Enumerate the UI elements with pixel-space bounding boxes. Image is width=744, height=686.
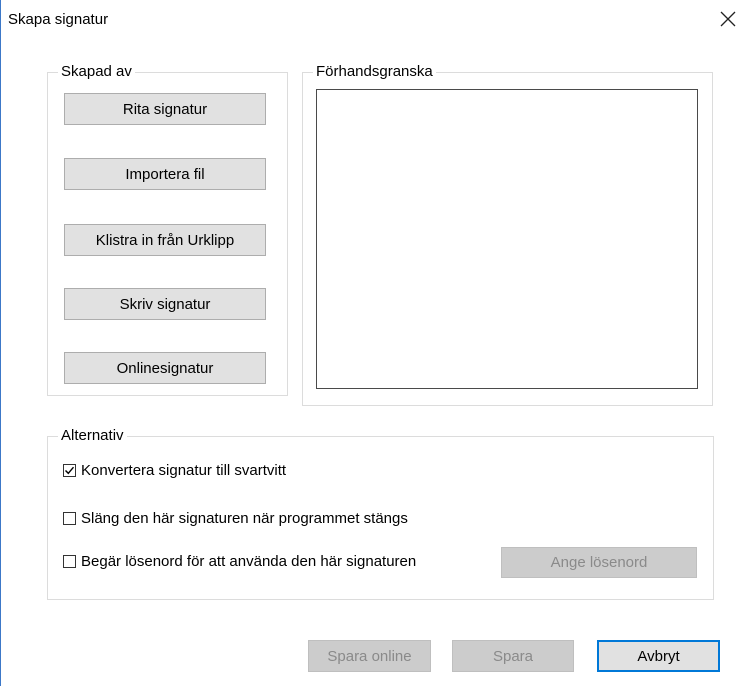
type-signature-button[interactable]: Skriv signatur xyxy=(64,288,266,320)
discard-on-close-label: Släng den här signaturen när programmet … xyxy=(81,510,408,527)
import-file-button[interactable]: Importera fil xyxy=(64,158,266,190)
require-password-option[interactable]: Begär lösenord för att använda den här s… xyxy=(63,553,416,570)
created-by-label: Skapad av xyxy=(58,63,135,81)
save-online-button[interactable]: Spara online xyxy=(308,640,431,672)
close-icon[interactable] xyxy=(713,4,743,34)
convert-bw-checkbox[interactable] xyxy=(63,464,76,477)
checkmark-icon xyxy=(65,466,75,475)
cancel-button[interactable]: Avbryt xyxy=(597,640,720,672)
require-password-checkbox[interactable] xyxy=(63,555,76,568)
discard-on-close-checkbox[interactable] xyxy=(63,512,76,525)
save-button[interactable]: Spara xyxy=(452,640,574,672)
set-password-button[interactable]: Ange lösenord xyxy=(501,547,697,578)
dialog-title: Skapa signatur xyxy=(8,11,109,28)
create-signature-dialog: Skapa signatur Skapad av Rita signatur I… xyxy=(0,0,744,686)
convert-bw-option[interactable]: Konvertera signatur till svartvitt xyxy=(63,462,286,479)
convert-bw-label: Konvertera signatur till svartvitt xyxy=(81,462,287,479)
require-password-label: Begär lösenord för att använda den här s… xyxy=(81,553,417,570)
draw-signature-button[interactable]: Rita signatur xyxy=(64,93,266,125)
online-signature-button[interactable]: Onlinesignatur xyxy=(64,352,266,384)
options-label: Alternativ xyxy=(58,427,127,445)
close-glyph xyxy=(720,11,736,27)
discard-on-close-option[interactable]: Släng den här signaturen när programmet … xyxy=(63,510,408,527)
paste-from-clipboard-button[interactable]: Klistra in från Urklipp xyxy=(64,224,266,256)
signature-preview-area xyxy=(316,89,698,389)
preview-label: Förhandsgranska xyxy=(313,63,436,81)
